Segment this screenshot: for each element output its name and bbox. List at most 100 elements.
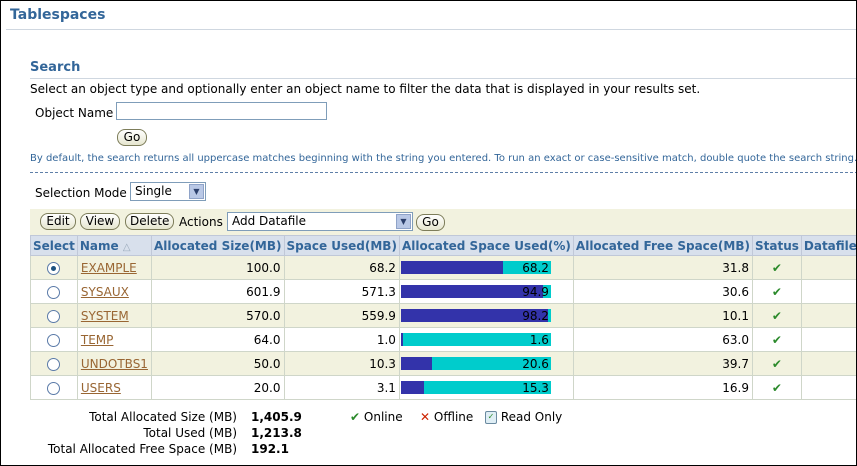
row-select-cell[interactable] xyxy=(30,279,78,304)
tablespace-name-link[interactable]: USERS xyxy=(81,381,121,395)
table-row: UNDOTBS150.010.3 20.6 39.7 ✔ 1 xyxy=(30,351,856,376)
total-allocated-size-value: 1,405.9 xyxy=(251,410,302,424)
name-cell: TEMP xyxy=(76,327,152,352)
actions-select[interactable]: Add Datafile ▼ xyxy=(227,212,413,231)
table-row: TEMP 64.01.0 1.6 63.0 ✔ 1 xyxy=(30,327,856,352)
column-header-allocated-size[interactable]: Allocated Size(MB) xyxy=(150,235,285,256)
table-body: EXAMPLE100.068.268.231.8✔1SYSAUX601.9571… xyxy=(30,255,856,400)
column-header-name[interactable]: Name △ xyxy=(76,235,152,256)
view-button[interactable]: View xyxy=(80,213,120,230)
name-cell: UNDOTBS1 xyxy=(76,351,152,376)
space-used-cell: 3.1 xyxy=(283,375,400,400)
tablespace-name-link[interactable]: EXAMPLE xyxy=(81,261,137,275)
allocated-space-used-cell: 1.6 xyxy=(398,327,574,352)
total-used-label: Total Used (MB) xyxy=(143,426,237,440)
selection-mode-label: Selection Mode xyxy=(35,186,127,200)
legend-offline-label: Offline xyxy=(433,410,474,424)
column-header-datafiles[interactable]: Datafiles xyxy=(800,235,856,256)
free-space-cell: 31.8 xyxy=(572,255,753,280)
allocated-space-used-cell: 20.6 xyxy=(398,351,574,376)
allocated-size-cell: 570.0 xyxy=(150,303,285,328)
tablespace-name-link[interactable]: UNDOTBS1 xyxy=(81,357,148,371)
column-header-status[interactable]: Status xyxy=(751,235,802,256)
space-used-cell: 571.3 xyxy=(283,279,400,304)
row-select-radio[interactable] xyxy=(47,285,61,299)
column-header-allocated-space-used-pct[interactable]: Allocated Space Used(%) xyxy=(398,235,574,256)
datafiles-cell: 1 xyxy=(800,255,856,280)
space-used-cell: 68.2 xyxy=(283,255,400,280)
object-name-input[interactable] xyxy=(116,102,327,120)
legend-offline: ✕ Offline xyxy=(420,410,473,424)
legend-read-only: ✓ Read Only xyxy=(485,410,562,424)
legend-online: ✔ Online xyxy=(350,410,403,424)
table-row: EXAMPLE100.068.268.231.8✔1 xyxy=(30,255,856,280)
object-name-label: Object Name xyxy=(35,106,114,120)
usage-percent: 68.2 xyxy=(522,261,549,275)
space-used-cell: 559.9 xyxy=(283,303,400,328)
online-check-icon: ✔ xyxy=(771,308,782,323)
row-select-cell[interactable] xyxy=(30,327,78,352)
name-cell: USERS xyxy=(76,375,152,400)
row-select-radio[interactable] xyxy=(47,309,61,323)
online-check-icon: ✔ xyxy=(771,260,782,275)
allocated-size-cell: 50.0 xyxy=(150,351,285,376)
search-hint: By default, the search returns all upper… xyxy=(30,153,857,164)
selection-mode-select[interactable]: Single ▼ xyxy=(130,182,206,201)
status-cell: ✔ xyxy=(751,279,802,304)
datafiles-cell: 1 xyxy=(800,327,856,352)
table-header-row: Select Name △ Allocated Size(MB) Space U… xyxy=(30,235,856,256)
tablespace-name-link[interactable]: SYSTEM xyxy=(81,309,129,323)
free-space-cell: 10.1 xyxy=(572,303,753,328)
online-check-icon: ✔ xyxy=(771,356,782,371)
usage-percent: 94.9 xyxy=(522,285,549,299)
column-header-space-used[interactable]: Space Used(MB) xyxy=(283,235,400,256)
page-frame: Tablespaces Search Select an object type… xyxy=(0,0,857,466)
legend-online-label: Online xyxy=(363,410,403,424)
row-select-radio[interactable] xyxy=(47,357,61,371)
check-icon: ✔ xyxy=(350,410,361,424)
tablespace-name-link[interactable]: TEMP xyxy=(81,333,114,347)
total-free-space-label: Total Allocated Free Space (MB) xyxy=(47,442,237,456)
usage-bar-fill xyxy=(400,333,403,346)
usage-bar-fill xyxy=(400,261,503,274)
actions-go-button[interactable]: Go xyxy=(416,214,445,231)
table-row: SYSTEM 570.0559.9 98.2 10.1 ✔ 1 xyxy=(30,303,856,328)
row-select-radio[interactable] xyxy=(47,261,61,275)
row-select-cell[interactable] xyxy=(30,375,78,400)
delete-button[interactable]: Delete xyxy=(125,213,174,230)
datafiles-cell: 2 xyxy=(800,375,856,400)
allocated-size-cell: 100.0 xyxy=(150,255,285,280)
status-cell: ✔ xyxy=(751,303,802,328)
usage-bar-fill xyxy=(400,381,424,394)
name-cell: EXAMPLE xyxy=(76,255,152,280)
column-header-select: Select xyxy=(30,235,78,256)
table-row: USERS 20.03.1 15.3 16.9 ✔ 2 xyxy=(30,375,856,400)
row-select-radio[interactable] xyxy=(47,381,61,395)
free-space-cell: 39.7 xyxy=(572,351,753,376)
row-select-radio[interactable] xyxy=(47,333,61,347)
row-select-cell[interactable] xyxy=(30,255,78,280)
tablespace-name-link[interactable]: SYSAUX xyxy=(81,285,129,299)
column-header-allocated-free-space[interactable]: Allocated Free Space(MB) xyxy=(572,235,753,256)
space-used-cell: 10.3 xyxy=(283,351,400,376)
search-instructions: Select an object type and optionally ent… xyxy=(30,82,701,96)
allocated-space-used-cell: 68.2 xyxy=(398,255,574,280)
row-select-cell[interactable] xyxy=(30,351,78,376)
space-used-cell: 1.0 xyxy=(283,327,400,352)
row-select-cell[interactable] xyxy=(30,303,78,328)
legend-read-only-label: Read Only xyxy=(500,410,563,424)
sort-ascending-icon: △ xyxy=(122,241,131,253)
search-go-button[interactable]: Go xyxy=(117,129,147,146)
actions-label: Actions xyxy=(179,215,223,229)
allocated-space-used-cell: 98.2 xyxy=(398,303,574,328)
allocated-space-used-cell: 94.9 xyxy=(398,279,574,304)
usage-percent: 20.6 xyxy=(522,357,549,371)
search-divider xyxy=(30,78,856,79)
edit-button[interactable]: Edit xyxy=(40,213,76,230)
search-section-title: Search xyxy=(30,60,81,75)
name-cell: SYSAUX xyxy=(76,279,152,304)
tablespaces-table: Select Name △ Allocated Size(MB) Space U… xyxy=(30,235,856,400)
allocated-space-used-cell: 15.3 xyxy=(398,375,574,400)
usage-bar-track xyxy=(400,333,551,346)
online-check-icon: ✔ xyxy=(771,380,782,395)
